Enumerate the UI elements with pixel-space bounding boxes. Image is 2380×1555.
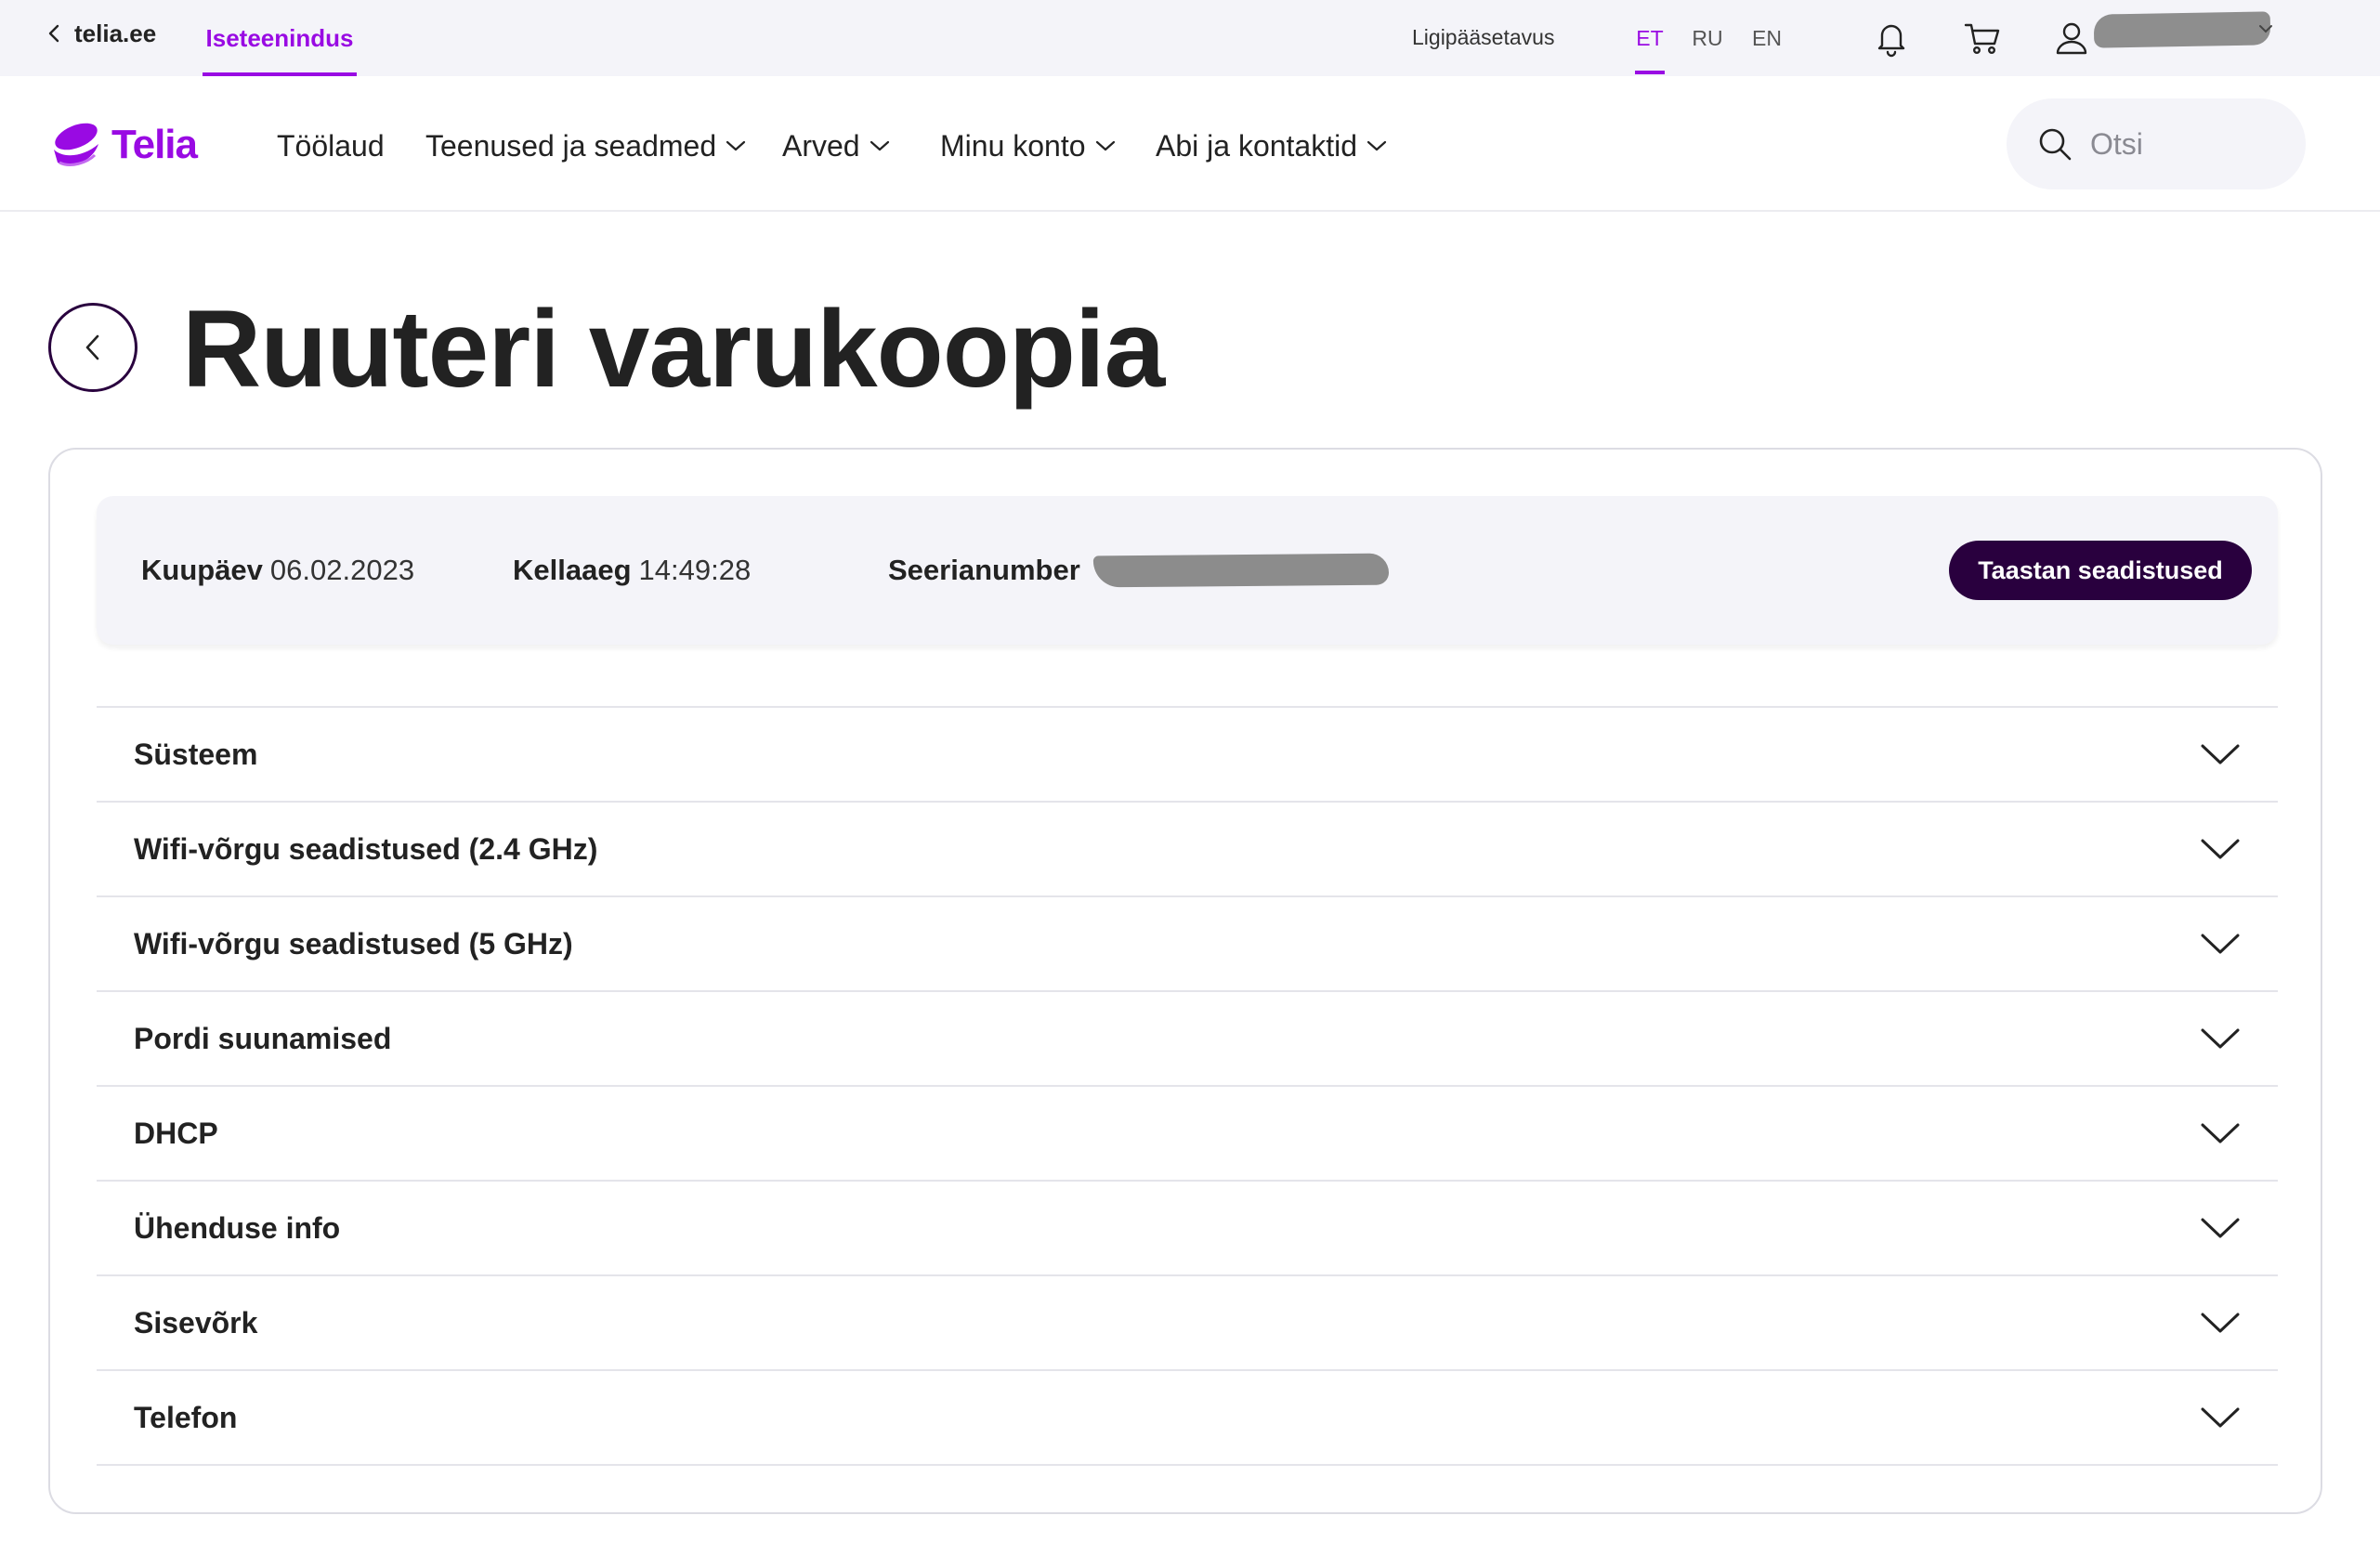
chevron-down-icon: [726, 140, 746, 151]
telia-home-link[interactable]: telia.ee: [46, 15, 156, 52]
nav-my-account[interactable]: Minu konto: [940, 123, 1116, 169]
nav-my-account-label: Minu konto: [940, 128, 1086, 163]
serial-number-label: Seerianumber: [888, 554, 1080, 586]
chevron-down-icon[interactable]: [2256, 19, 2276, 39]
chevron-down-icon: [2201, 1313, 2240, 1333]
chevron-left-icon: [85, 334, 99, 360]
accordion-item-wifi-5ghz[interactable]: Wifi-võrgu seadistused (5 GHz): [97, 897, 2278, 992]
backup-date: Kuupäev 06.02.2023: [141, 496, 414, 645]
backup-date-value: 06.02.2023: [269, 554, 415, 586]
accordion-item-lan[interactable]: Sisevõrk: [97, 1276, 2278, 1371]
backup-time-value: 14:49:28: [638, 554, 752, 586]
redacted-serial-number: [1092, 553, 1389, 588]
accordion-item-dhcp[interactable]: DHCP: [97, 1087, 2278, 1182]
serial-number: Seerianumber: [888, 496, 1389, 645]
backup-card: Kuupäev 06.02.2023 Kellaaeg 14:49:28 See…: [48, 448, 2322, 1514]
notifications-button[interactable]: [1863, 10, 1919, 66]
nav-invoices-label: Arved: [782, 128, 860, 163]
accordion-label: Wifi-võrgu seadistused (2.4 GHz): [134, 831, 598, 866]
accordion-item-telephone[interactable]: Telefon: [97, 1371, 2278, 1466]
accordion-item-wifi-24ghz[interactable]: Wifi-võrgu seadistused (2.4 GHz): [97, 803, 2278, 897]
accordion-label: Telefon: [134, 1400, 238, 1434]
chevron-down-icon: [2201, 1218, 2240, 1238]
accordion-label: DHCP: [134, 1116, 218, 1150]
chevron-down-icon: [2201, 1123, 2240, 1143]
nav-dashboard-label: Töölaud: [277, 128, 385, 163]
back-button[interactable]: [48, 303, 137, 392]
chevron-down-icon: [1095, 140, 1115, 151]
search-icon: [2039, 128, 2072, 161]
telia-home-label: telia.ee: [74, 19, 157, 47]
backup-time: Kellaaeg 14:49:28: [513, 496, 751, 645]
accordion-label: Sisevõrk: [134, 1305, 258, 1339]
nav-services-devices[interactable]: Teenused ja seadmed: [425, 123, 746, 169]
settings-accordion: Süsteem Wifi-võrgu seadistused (2.4 GHz)…: [97, 706, 2278, 1466]
chevron-left-icon: [48, 24, 59, 43]
language-ru[interactable]: RU: [1683, 0, 1732, 76]
chevron-down-icon: [2201, 744, 2240, 764]
telia-pebble-icon: [54, 123, 98, 166]
nav-invoices[interactable]: Arved: [782, 123, 890, 169]
language-et[interactable]: ET: [1626, 0, 1674, 76]
logo-wordmark: Telia: [111, 122, 198, 167]
user-icon: [2056, 22, 2087, 55]
accordion-label: Süsteem: [134, 737, 258, 771]
chevron-down-icon: [870, 140, 889, 151]
accordion-label: Ühenduse info: [134, 1210, 341, 1245]
user-menu-button[interactable]: [2044, 10, 2099, 66]
accordion-item-system[interactable]: Süsteem: [97, 708, 2278, 803]
utility-bar: telia.ee Iseteenindus Ligipääsetavus ET …: [0, 0, 2380, 76]
bell-icon: [1877, 24, 1905, 58]
chevron-down-icon: [2201, 934, 2240, 954]
accordion-item-port-forwarding[interactable]: Pordi suunamised: [97, 992, 2278, 1087]
backup-date-label: Kuupäev: [141, 554, 263, 586]
accessibility-link[interactable]: Ligipääsetavus: [1412, 19, 1554, 56]
nav-help-contacts-label: Abi ja kontaktid: [1156, 128, 1358, 163]
chevron-down-icon: [2201, 839, 2240, 859]
shopping-cart-icon: [1964, 23, 2000, 55]
nav-help-contacts[interactable]: Abi ja kontaktid: [1156, 123, 1387, 169]
search-box[interactable]: [2007, 98, 2306, 189]
chevron-down-icon: [1367, 140, 1387, 151]
accordion-item-connection-info[interactable]: Ühenduse info: [97, 1182, 2278, 1276]
telia-logo[interactable]: Telia: [46, 115, 198, 175]
backup-info-box: Kuupäev 06.02.2023 Kellaaeg 14:49:28 See…: [97, 496, 2278, 645]
chevron-down-icon: [2201, 1028, 2240, 1049]
backup-time-label: Kellaaeg: [513, 554, 632, 586]
accordion-label: Wifi-võrgu seadistused (5 GHz): [134, 926, 573, 960]
accordion-label: Pordi suunamised: [134, 1021, 392, 1055]
nav-services-devices-label: Teenused ja seadmed: [425, 128, 717, 163]
chevron-down-icon: [2201, 1407, 2240, 1428]
tab-self-service[interactable]: Iseteenindus: [203, 0, 357, 76]
cart-button[interactable]: [1955, 10, 2010, 66]
search-input[interactable]: [2090, 126, 2276, 162]
main-navigation: Telia Töölaud Teenused ja seadmed Arved …: [0, 76, 2380, 212]
page-title: Ruuteri varukoopia: [182, 288, 1165, 411]
restore-settings-button[interactable]: Taastan seadistused: [1949, 541, 2252, 600]
redacted-user-name: [2093, 11, 2271, 48]
nav-dashboard[interactable]: Töölaud: [277, 123, 385, 169]
language-en[interactable]: EN: [1743, 0, 1791, 76]
